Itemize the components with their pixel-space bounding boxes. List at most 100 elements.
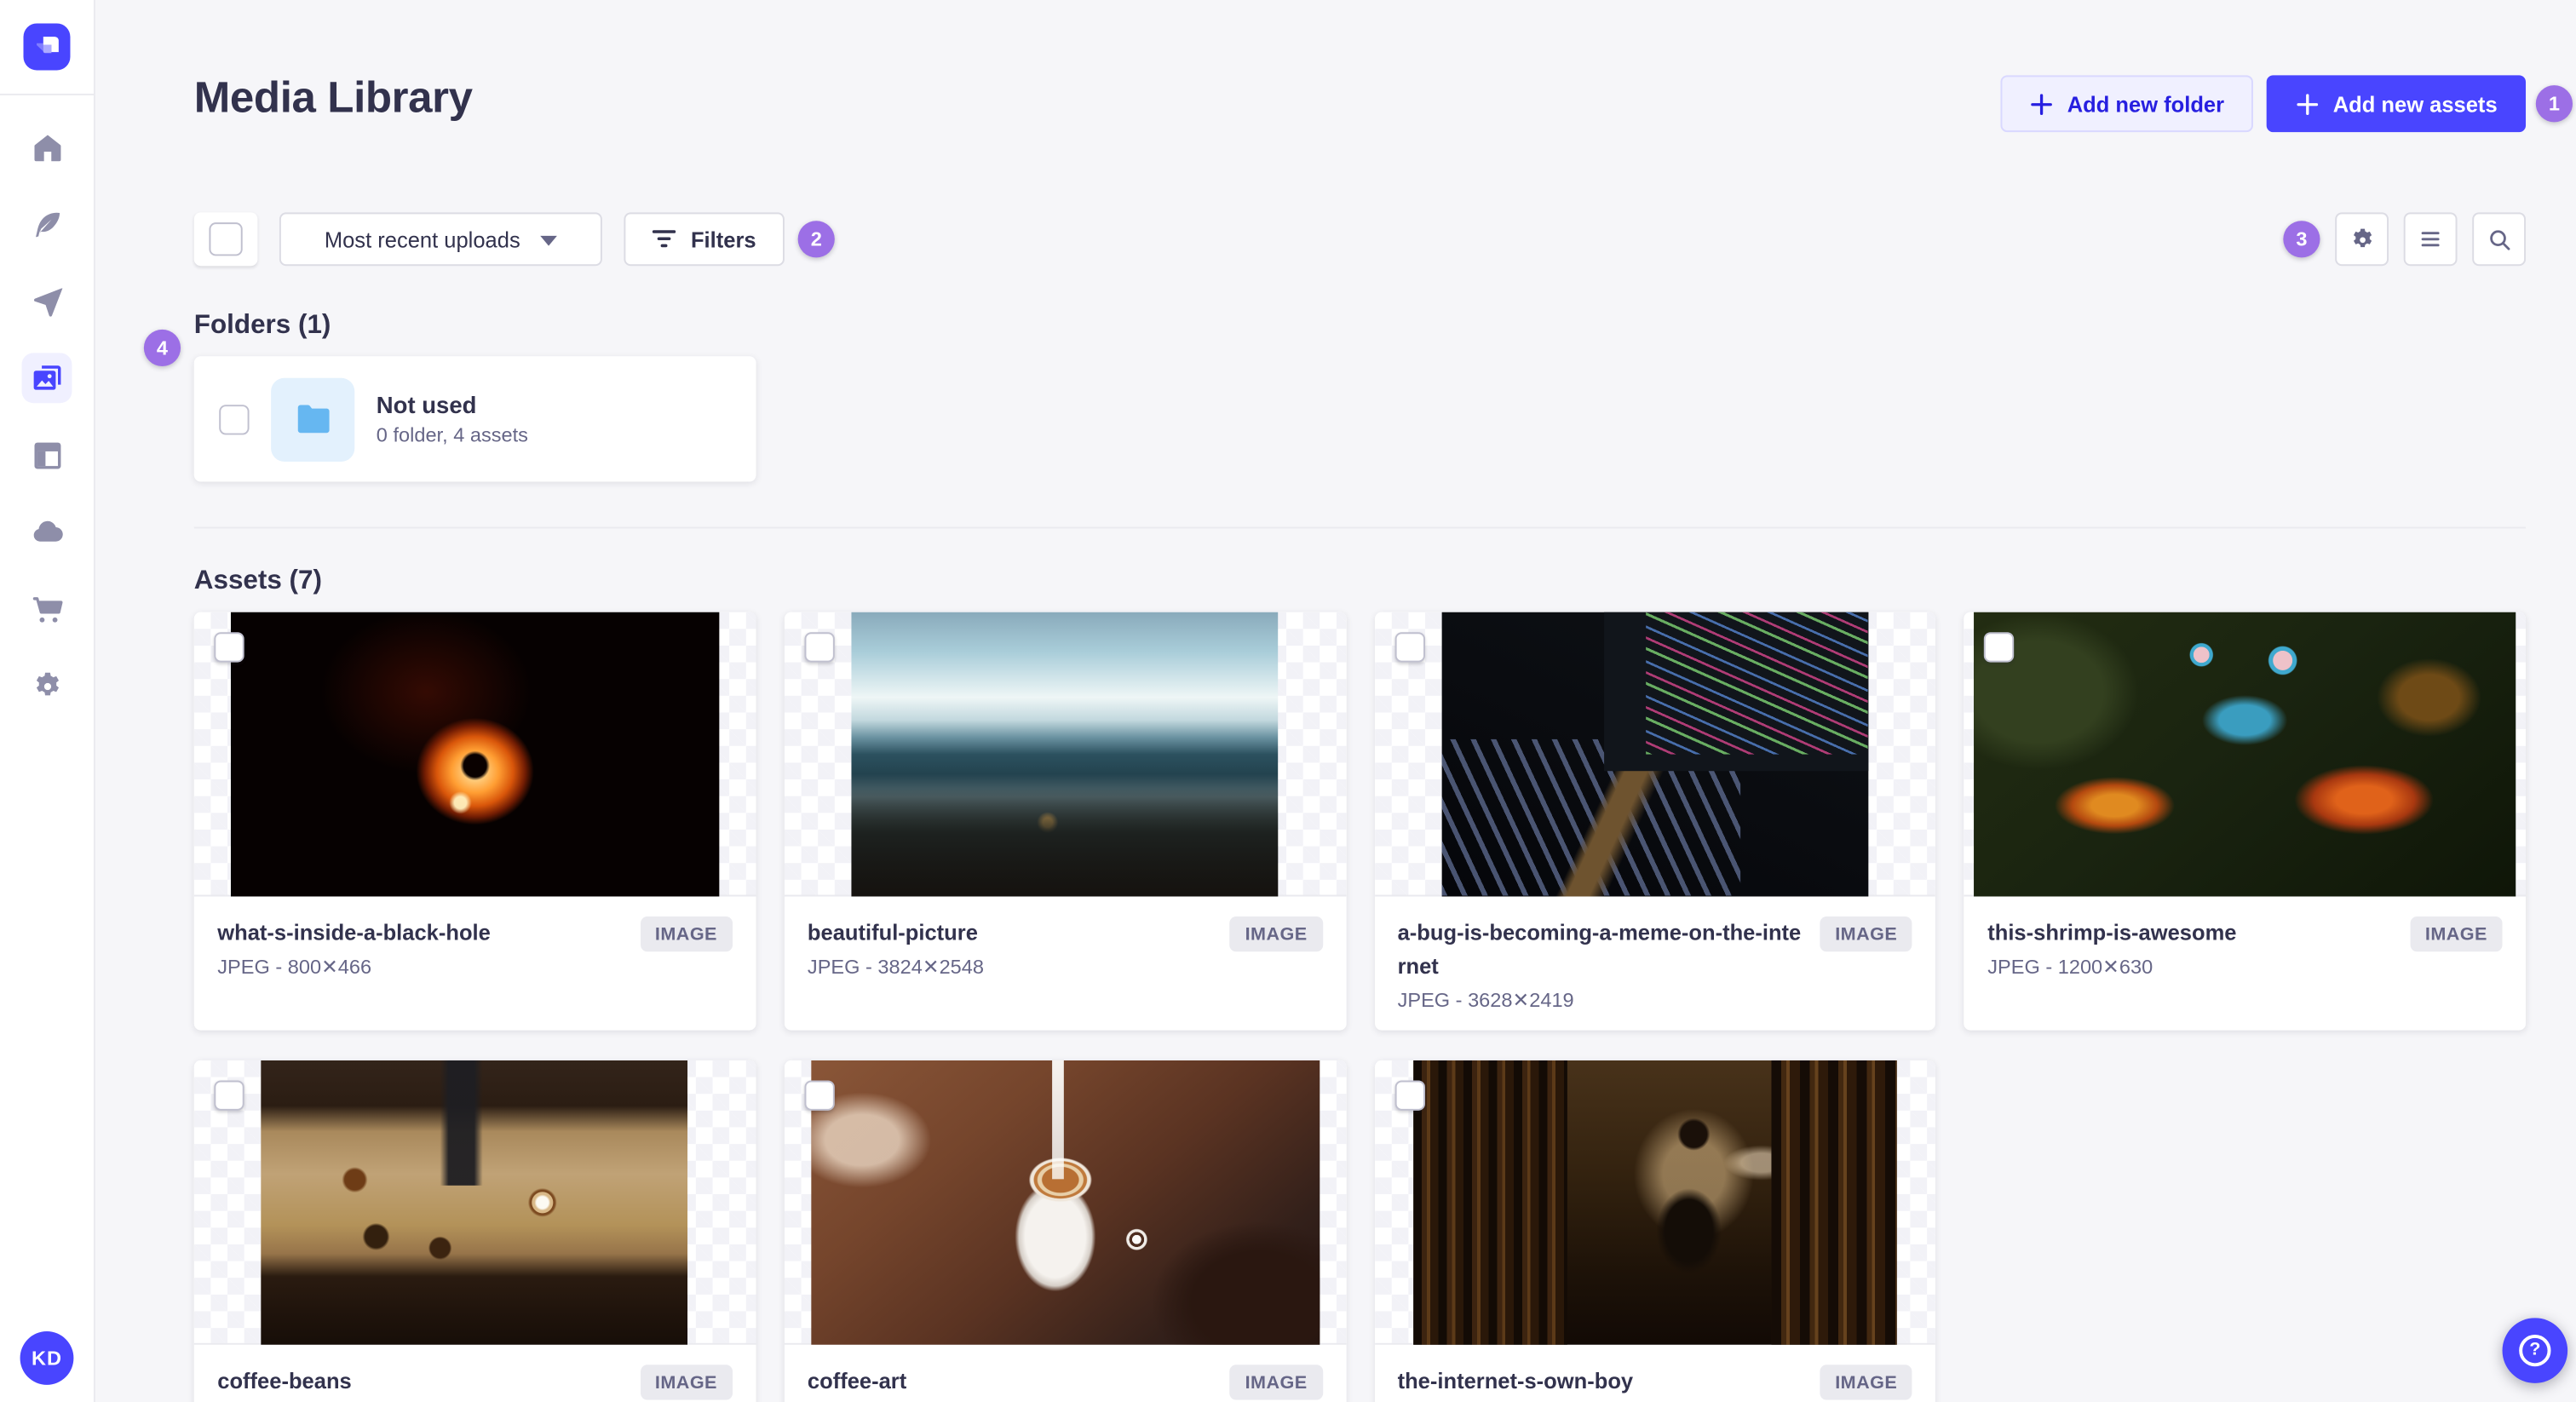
asset-text: the-internet-s-own-boy JPEG - 1200✕707 <box>1398 1365 1807 1402</box>
asset-checkbox[interactable] <box>1394 1080 1425 1111</box>
page-title: Media Library <box>193 72 473 123</box>
assets-heading: Assets (7) <box>193 566 322 596</box>
filters-label: Filters <box>690 227 756 252</box>
asset-thumbnail-area <box>784 1060 1346 1345</box>
asset-text: a-bug-is-becoming-a-meme-on-the-internet… <box>1397 916 1807 1013</box>
logo-container <box>0 0 94 95</box>
folders-heading: Folders (1) <box>193 311 331 340</box>
sidebar-item-settings[interactable] <box>22 661 72 711</box>
asset-text: coffee-art JPEG - 5824✕3259 <box>808 1365 1216 1402</box>
assets-grid: what-s-inside-a-black-hole JPEG - 800✕46… <box>193 612 2527 1402</box>
sidebar-item-cloud[interactable] <box>22 507 72 557</box>
add-new-folder-label: Add new folder <box>2067 91 2225 117</box>
toolbar-view-controls: 3 <box>2283 212 2527 267</box>
asset-name: beautiful-picture <box>807 919 978 945</box>
asset-card[interactable]: coffee-beans JPEG - 5021✕3347 IMAGE <box>193 1060 756 1402</box>
asset-thumbnail <box>1974 612 2516 896</box>
asset-card[interactable]: this-shrimp-is-awesome JPEG - 1200✕630 I… <box>1964 612 2527 1031</box>
page-header: Media Library Add new folder Add new ass… <box>193 72 2573 133</box>
gear-icon <box>35 671 59 695</box>
annotation-badge-3: 3 <box>2283 221 2320 258</box>
filter-icon <box>652 230 676 248</box>
asset-name: this-shrimp-is-awesome <box>1987 919 2237 945</box>
asset-type-badge: IMAGE <box>1820 916 1912 952</box>
list-view-button[interactable] <box>2403 212 2458 267</box>
asset-thumbnail <box>810 1060 1320 1344</box>
sidebar-item-content-manager[interactable] <box>22 430 72 480</box>
add-new-assets-button[interactable]: Add new assets <box>2266 75 2527 133</box>
sidebar-item-home[interactable] <box>22 122 72 172</box>
asset-checkbox[interactable] <box>1984 632 2015 663</box>
search-icon <box>2489 229 2510 250</box>
asset-name: coffee-beans <box>217 1368 352 1393</box>
asset-type-badge: IMAGE <box>1229 1365 1323 1400</box>
asset-info: coffee-art JPEG - 5824✕3259 IMAGE <box>784 1345 1345 1402</box>
asset-meta: JPEG - 3628✕2419 <box>1397 989 1574 1013</box>
asset-info: a-bug-is-becoming-a-meme-on-the-internet… <box>1374 896 1935 1030</box>
chevron-down-icon <box>540 235 557 246</box>
folder-name: Not used <box>376 391 477 418</box>
home-icon <box>33 134 60 161</box>
sidebar: KD <box>0 0 95 1402</box>
asset-thumbnail-area <box>1374 612 1936 897</box>
help-button[interactable]: ? <box>2502 1317 2568 1382</box>
annotation-badge-2: 2 <box>797 221 835 258</box>
asset-thumbnail <box>1441 612 1869 896</box>
section-divider <box>193 526 2527 529</box>
select-all-checkbox[interactable] <box>209 222 243 256</box>
asset-thumbnail-area <box>193 1060 756 1345</box>
asset-checkbox[interactable] <box>214 632 244 663</box>
asset-thumbnail-area <box>193 612 756 897</box>
add-new-folder-button[interactable]: Add new folder <box>2000 75 2253 133</box>
sort-dropdown-value: Most recent uploads <box>324 227 520 252</box>
asset-card[interactable]: coffee-art JPEG - 5824✕3259 IMAGE <box>784 1060 1346 1402</box>
asset-checkbox[interactable] <box>804 1080 835 1111</box>
sidebar-item-deploy[interactable] <box>22 276 72 326</box>
asset-card[interactable]: a-bug-is-becoming-a-meme-on-the-internet… <box>1374 612 1936 1031</box>
sidebar-item-marketplace[interactable] <box>22 583 72 634</box>
asset-thumbnail <box>1412 1060 1897 1344</box>
asset-name: what-s-inside-a-black-hole <box>217 919 491 945</box>
asset-info: what-s-inside-a-black-hole JPEG - 800✕46… <box>194 896 756 1030</box>
asset-type-badge: IMAGE <box>1229 916 1323 952</box>
asset-info: this-shrimp-is-awesome JPEG - 1200✕630 I… <box>1964 896 2526 1030</box>
asset-thumbnail <box>262 1060 688 1344</box>
asset-checkbox[interactable] <box>214 1080 244 1111</box>
sidebar-item-media-library[interactable] <box>21 353 72 404</box>
header-actions: Add new folder Add new assets 1 <box>2000 75 2573 133</box>
add-new-assets-label: Add new assets <box>2332 91 2498 117</box>
cart-icon <box>32 596 62 622</box>
asset-checkbox[interactable] <box>1394 632 1425 663</box>
asset-thumbnail-area <box>1374 1060 1936 1345</box>
asset-type-badge: IMAGE <box>2410 916 2503 952</box>
cloud-icon <box>32 520 62 541</box>
folders-section: 4 Folders (1) Not used 0 folder, 4 asset… <box>143 311 2526 482</box>
asset-type-badge: IMAGE <box>1820 1365 1912 1400</box>
folder-icon <box>296 405 329 434</box>
filters-button[interactable]: Filters <box>624 212 785 267</box>
search-button[interactable] <box>2472 212 2527 267</box>
asset-info: beautiful-picture JPEG - 3824✕2548 IMAGE <box>784 896 1345 1030</box>
folder-checkbox[interactable] <box>219 404 250 434</box>
view-settings-button[interactable] <box>2335 212 2389 267</box>
asset-type-badge: IMAGE <box>640 1365 733 1400</box>
asset-card[interactable]: beautiful-picture JPEG - 3824✕2548 IMAGE <box>784 612 1346 1031</box>
gear-icon <box>2353 227 2372 247</box>
strapi-logo-icon <box>36 36 58 53</box>
asset-checkbox[interactable] <box>804 632 835 663</box>
asset-thumbnail-area <box>1964 612 2527 897</box>
asset-text: beautiful-picture JPEG - 3824✕2548 <box>808 916 1216 979</box>
asset-card[interactable]: the-internet-s-own-boy JPEG - 1200✕707 I… <box>1374 1060 1936 1402</box>
asset-name: the-internet-s-own-boy <box>1397 1368 1634 1393</box>
annotation-badge-4: 4 <box>143 329 181 367</box>
sidebar-nav <box>0 95 94 711</box>
asset-info: the-internet-s-own-boy JPEG - 1200✕707 I… <box>1374 1345 1935 1402</box>
sort-dropdown[interactable]: Most recent uploads <box>279 212 602 267</box>
asset-type-badge: IMAGE <box>640 916 733 952</box>
toolbar: Most recent uploads Filters 2 3 <box>193 212 2527 267</box>
sidebar-item-content-builder[interactable] <box>22 199 72 250</box>
user-avatar[interactable]: KD <box>20 1330 74 1384</box>
asset-card[interactable]: what-s-inside-a-black-hole JPEG - 800✕46… <box>193 612 756 1031</box>
plus-icon <box>2296 93 2318 115</box>
folder-card[interactable]: Not used 0 folder, 4 assets <box>193 356 756 482</box>
